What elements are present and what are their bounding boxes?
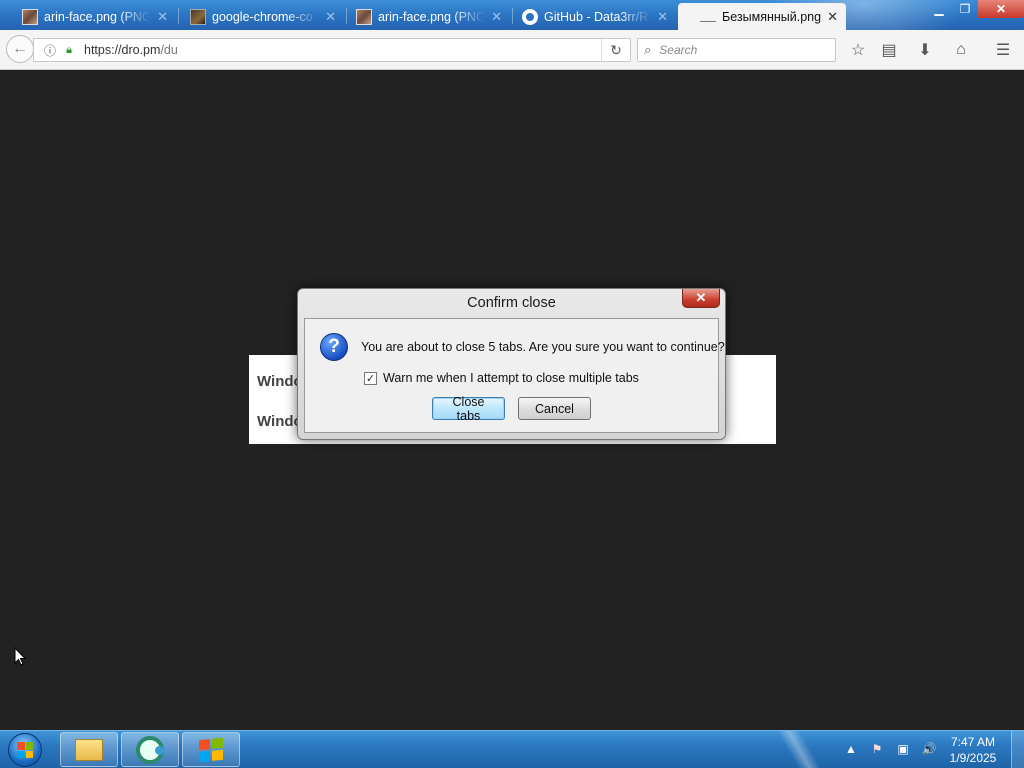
taskbar-ccleaner-button[interactable] [121,732,179,767]
navigation-toolbar: ← ⓘ 🔒︎ https://dro.pm/du ↻ ⌕ ☆ ▤ ⬇ ⌂ ☰ [0,30,1024,70]
volume-icon[interactable]: 🔊 [921,742,937,756]
windows-start-icon [17,742,33,758]
search-box[interactable]: ⌕ [637,38,836,62]
dialog-body: ? You are about to close 5 tabs. Are you… [304,318,725,433]
taskbar-explorer-button[interactable] [60,732,118,767]
tab-title: arin-face.png (PNG [378,9,486,24]
start-button[interactable] [8,733,42,767]
url-text[interactable]: https://dro.pm/du [84,43,601,57]
blank-page-icon [700,11,716,22]
tab-title: Безымянный.png [722,9,822,24]
show-desktop-button[interactable] [1011,731,1024,768]
reload-icon[interactable]: ↻ [601,39,630,61]
reading-list-icon[interactable]: ▤ [878,39,900,61]
tab-google-chrome[interactable]: google-chrome-co ✕ [168,3,344,30]
image-thumbnail-icon [22,8,38,25]
back-arrow-icon: ← [12,40,28,57]
search-icon: ⌕ [644,42,652,57]
close-icon[interactable]: ✕ [827,9,838,25]
image-thumbnail-icon [190,8,206,25]
url-path: /du [160,43,178,57]
warn-checkbox[interactable]: ✓ [364,371,377,385]
ccleaner-icon [136,735,164,764]
clock-date: 1/9/2025 [949,751,997,765]
back-button[interactable]: ← [6,35,34,63]
tray-chevron-icon[interactable]: ▲ [843,742,859,756]
close-icon[interactable]: ✕ [157,9,168,25]
download-icon[interactable]: ⬇ [914,39,936,61]
taskbar-windows-button[interactable] [182,732,240,767]
cancel-button[interactable]: Cancel [518,397,591,420]
mouse-cursor-icon [14,647,26,666]
minimize-button[interactable]: ▁ [926,0,952,18]
window-close-button[interactable]: ✕ [978,0,1024,18]
dialog-message: You are about to close 5 tabs. Are you s… [361,340,725,354]
maximize-button[interactable]: ❐ [952,0,978,18]
warn-checkbox-row[interactable]: ✓ Warn me when I attempt to close multip… [364,371,639,385]
confirm-close-dialog: Confirm close ✕ ? You are about to close… [297,288,726,440]
window-controls: ▁ ❐ ✕ [926,0,1024,18]
taskbar-highlight [760,731,840,768]
url-bar[interactable]: ⓘ 🔒︎ https://dro.pm/du ↻ [33,38,631,62]
tab-github[interactable]: GitHub - Data3rr/R ✕ [500,3,676,30]
taskbar: ▲ ⚑ ▣ 🔊 7:47 AM 1/9/2025 [0,730,1024,768]
star-icon[interactable]: ☆ [847,39,869,61]
tab-strip: arin-face.png (PNG ✕ google-chrome-co ✕ … [0,0,1024,30]
warn-checkbox-label[interactable]: Warn me when I attempt to close multiple… [383,371,639,385]
tab-untitled-png[interactable]: Безымянный.png ✕ [678,3,846,30]
tab-title: GitHub - Data3rr/R [544,9,649,24]
system-tray: ▲ ⚑ ▣ 🔊 [843,731,937,767]
clock-time: 7:47 AM [950,735,996,749]
url-host: https://dro.pm [84,43,161,57]
file-explorer-icon [75,738,103,761]
home-icon[interactable]: ⌂ [950,39,972,61]
windows-flag-icon [199,737,223,762]
close-tabs-button[interactable]: Close tabs [432,395,505,423]
tab-title: google-chrome-co [212,9,313,24]
tab-title: arin-face.png (PNG [44,9,152,24]
image-thumbnail-icon [356,8,372,25]
close-icon[interactable]: ✕ [657,9,668,25]
search-input[interactable] [657,42,822,58]
network-icon[interactable]: ▣ [895,742,911,756]
panel-line-2: Windo [257,413,303,430]
github-icon [522,8,538,25]
question-icon: ? [320,333,348,361]
tab-arin-face-2[interactable]: arin-face.png (PNG ✕ [334,3,510,30]
lock-icon[interactable]: 🔒︎ [62,44,76,57]
taskbar-clock[interactable]: 7:47 AM 1/9/2025 [938,734,1008,766]
menu-icon[interactable]: ☰ [992,39,1014,61]
dialog-close-button[interactable]: ✕ [682,289,720,308]
dialog-title: Confirm close [467,295,556,311]
panel-line-1: Windo [257,373,303,390]
info-icon[interactable]: ⓘ [42,42,58,59]
action-center-flag-icon[interactable]: ⚑ [869,742,885,756]
tab-arin-face-1[interactable]: arin-face.png (PNG ✕ [0,3,176,30]
